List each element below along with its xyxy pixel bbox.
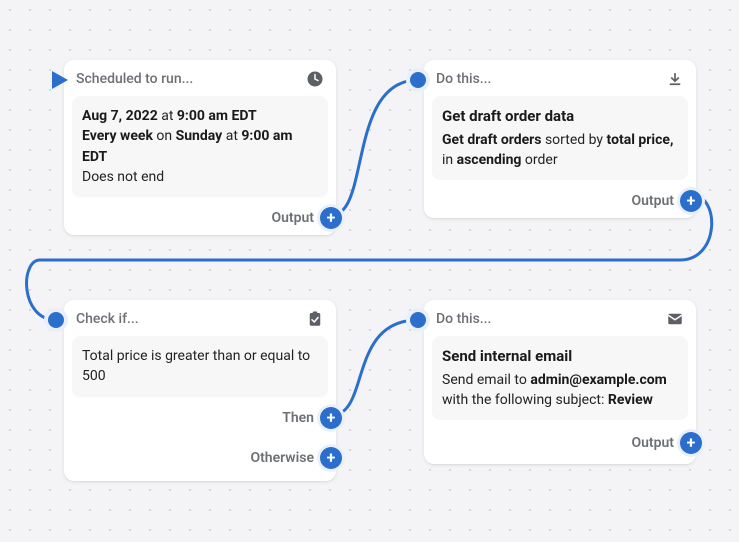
condition-body: Total price is greater than or equal to … xyxy=(72,336,328,397)
output-label: Output xyxy=(271,210,314,226)
action2-body: Send internal email Send email to admin@… xyxy=(432,336,688,420)
condition-node[interactable]: Check if... Total price is greater than … xyxy=(64,300,336,481)
add-output-button[interactable]: + xyxy=(680,432,702,454)
trigger-node[interactable]: Scheduled to run... Aug 7, 2022 at 9:00 … xyxy=(64,60,336,235)
condition-header: Check if... xyxy=(76,311,306,327)
action1-body: Get draft order data Get draft orders so… xyxy=(432,96,688,180)
action-get-draft-order-node[interactable]: Do this... Get draft order data Get draf… xyxy=(424,60,696,218)
action-header: Do this... xyxy=(436,311,666,327)
output-label: Output xyxy=(631,435,674,451)
clock-icon xyxy=(306,70,324,88)
otherwise-label: Otherwise xyxy=(250,450,314,466)
then-label: Then xyxy=(282,410,314,426)
email-icon xyxy=(666,310,684,328)
input-port[interactable] xyxy=(410,312,426,328)
add-otherwise-button[interactable]: + xyxy=(320,447,342,469)
trigger-body: Aug 7, 2022 at 9:00 am EDT Every week on… xyxy=(72,96,328,197)
clipboard-check-icon xyxy=(306,310,324,328)
input-port[interactable] xyxy=(410,72,426,88)
play-start-icon xyxy=(52,71,68,89)
output-label: Output xyxy=(631,193,674,209)
input-port[interactable] xyxy=(48,312,64,328)
action-send-email-node[interactable]: Do this... Send internal email Send emai… xyxy=(424,300,696,464)
add-output-button[interactable]: + xyxy=(320,207,342,229)
add-output-button[interactable]: + xyxy=(680,190,702,212)
download-icon xyxy=(666,70,684,88)
add-then-button[interactable]: + xyxy=(320,407,342,429)
trigger-header: Scheduled to run... xyxy=(76,71,306,87)
action-header: Do this... xyxy=(436,71,666,87)
